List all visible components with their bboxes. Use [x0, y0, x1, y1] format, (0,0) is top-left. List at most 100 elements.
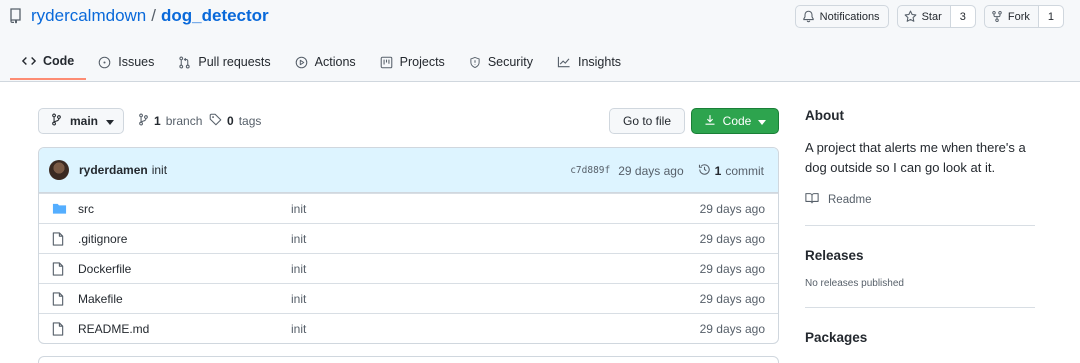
branch-count: 1 — [154, 114, 161, 128]
file-age: 29 days ago — [699, 231, 765, 246]
about-heading: About — [805, 108, 844, 123]
commit-word: commit — [725, 163, 764, 178]
tab-actions[interactable]: Actions — [283, 44, 368, 80]
file-commit-message[interactable]: init — [291, 292, 306, 306]
file-name[interactable]: Dockerfile — [78, 262, 131, 276]
tab-security-label: Security — [487, 55, 533, 69]
file-name[interactable]: Makefile — [78, 292, 123, 306]
file-name[interactable]: README.md — [78, 322, 149, 336]
file-icon — [52, 292, 64, 309]
history-icon — [698, 163, 711, 179]
readme-preview-box — [38, 356, 779, 363]
readme-label: Readme — [828, 193, 872, 206]
code-download-button[interactable]: Code — [691, 108, 779, 134]
repo-actions: Notifications Star 3 Fork 1 — [794, 5, 1064, 28]
branch-word: branch — [165, 114, 203, 128]
shield-icon — [469, 56, 481, 69]
play-icon — [295, 56, 308, 69]
commit-author[interactable]: ryderdamen — [79, 163, 148, 177]
branch-bar: main 1 branch 0 tags Go to file Code — [38, 108, 779, 134]
fork-count[interactable]: 1 — [1037, 6, 1063, 27]
releases-heading[interactable]: Releases — [805, 248, 1035, 263]
file-browser: ryderdamen init c7d889f 29 days ago 1 co… — [38, 147, 779, 344]
caret-down-icon — [758, 114, 767, 128]
tab-insights-label: Insights — [577, 55, 622, 69]
file-row-dockerfile[interactable]: Dockerfile init 29 days ago — [39, 253, 778, 283]
tab-code-label: Code — [43, 54, 75, 68]
tab-actions-label: Actions — [314, 55, 356, 69]
file-commit-message[interactable]: init — [291, 322, 306, 336]
bell-icon — [802, 10, 815, 23]
branch-name: main — [70, 114, 99, 128]
star-icon — [904, 10, 917, 23]
repo-icon — [9, 8, 23, 24]
notifications-button[interactable]: Notifications — [794, 5, 889, 28]
commit-age[interactable]: 29 days ago — [618, 164, 683, 178]
commit-sha[interactable]: c7d889f — [570, 165, 610, 176]
project-icon — [380, 56, 393, 69]
code-icon — [22, 55, 36, 67]
tab-security[interactable]: Security — [457, 44, 545, 80]
latest-commit-bar: ryderdamen init c7d889f 29 days ago 1 co… — [39, 148, 778, 193]
file-commit-message[interactable]: init — [291, 262, 306, 276]
repo-owner-link[interactable]: rydercalmdown — [31, 6, 146, 26]
repo-sidebar: About A project that alerts me when ther… — [805, 108, 1035, 345]
code-button-label: Code — [722, 114, 752, 128]
book-icon — [805, 192, 819, 207]
file-row-gitignore[interactable]: .gitignore init 29 days ago — [39, 223, 778, 253]
file-row-src[interactable]: src init 29 days ago — [39, 193, 778, 223]
releases-empty-text: No releases published — [805, 278, 904, 289]
repo-separator: / — [151, 6, 156, 25]
download-icon — [704, 114, 716, 129]
tab-code[interactable]: Code — [10, 44, 87, 80]
commit-count: 1 — [714, 163, 722, 178]
file-name[interactable]: src — [78, 202, 94, 216]
fork-label: Fork — [1007, 10, 1030, 23]
repo-name-link[interactable]: dog_detector — [161, 6, 269, 26]
branch-count-icon — [138, 113, 149, 129]
repo-header: rydercalmdown / dog_detector Notificatio… — [0, 0, 1080, 82]
fork-button[interactable]: Fork 1 — [983, 5, 1064, 28]
branch-icon — [51, 113, 62, 129]
star-count[interactable]: 3 — [949, 6, 975, 27]
file-icon — [52, 322, 64, 339]
folder-icon — [52, 202, 67, 218]
tab-insights[interactable]: Insights — [545, 44, 633, 80]
file-row-readme[interactable]: README.md init 29 days ago — [39, 313, 778, 343]
about-description: A project that alerts me when there's a … — [805, 140, 1026, 175]
notifications-label: Notifications — [819, 10, 880, 23]
star-label: Star — [921, 10, 942, 23]
tab-pull-requests-label: Pull requests — [198, 55, 271, 69]
file-icon — [52, 262, 64, 279]
file-age: 29 days ago — [699, 261, 765, 276]
branches-link[interactable]: 1 branch — [138, 113, 202, 129]
fork-icon — [991, 10, 1003, 23]
branch-select-button[interactable]: main — [38, 108, 124, 134]
star-button[interactable]: Star 3 — [896, 5, 976, 28]
file-age: 29 days ago — [699, 291, 765, 306]
caret-down-icon — [106, 114, 115, 128]
commits-history-link[interactable]: 1 commit — [698, 163, 764, 179]
go-to-file-button[interactable]: Go to file — [609, 108, 685, 134]
tab-projects-label: Projects — [399, 55, 445, 69]
file-age: 29 days ago — [699, 201, 765, 216]
tag-word: tags — [238, 114, 262, 128]
commit-message[interactable]: init — [152, 163, 167, 177]
readme-link[interactable]: Readme — [805, 192, 1035, 207]
tags-link[interactable]: 0 tags — [209, 113, 261, 129]
sidebar-divider — [805, 307, 1035, 308]
repo-title: rydercalmdown / dog_detector — [9, 6, 269, 26]
file-commit-message[interactable]: init — [291, 232, 306, 246]
file-name[interactable]: .gitignore — [78, 232, 127, 246]
repo-tabs: Code Issues Pull requests Actions Projec… — [10, 44, 633, 82]
tab-issues[interactable]: Issues — [86, 44, 166, 80]
file-row-makefile[interactable]: Makefile init 29 days ago — [39, 283, 778, 313]
tag-icon — [209, 113, 222, 129]
file-commit-message[interactable]: init — [291, 202, 306, 216]
tab-projects[interactable]: Projects — [368, 44, 457, 80]
tab-pull-requests[interactable]: Pull requests — [166, 44, 282, 80]
tag-count: 0 — [227, 114, 234, 128]
avatar[interactable] — [49, 160, 69, 180]
packages-heading[interactable]: Packages — [805, 330, 1035, 345]
commit-meta: c7d889f 29 days ago 1 commit — [570, 148, 764, 193]
